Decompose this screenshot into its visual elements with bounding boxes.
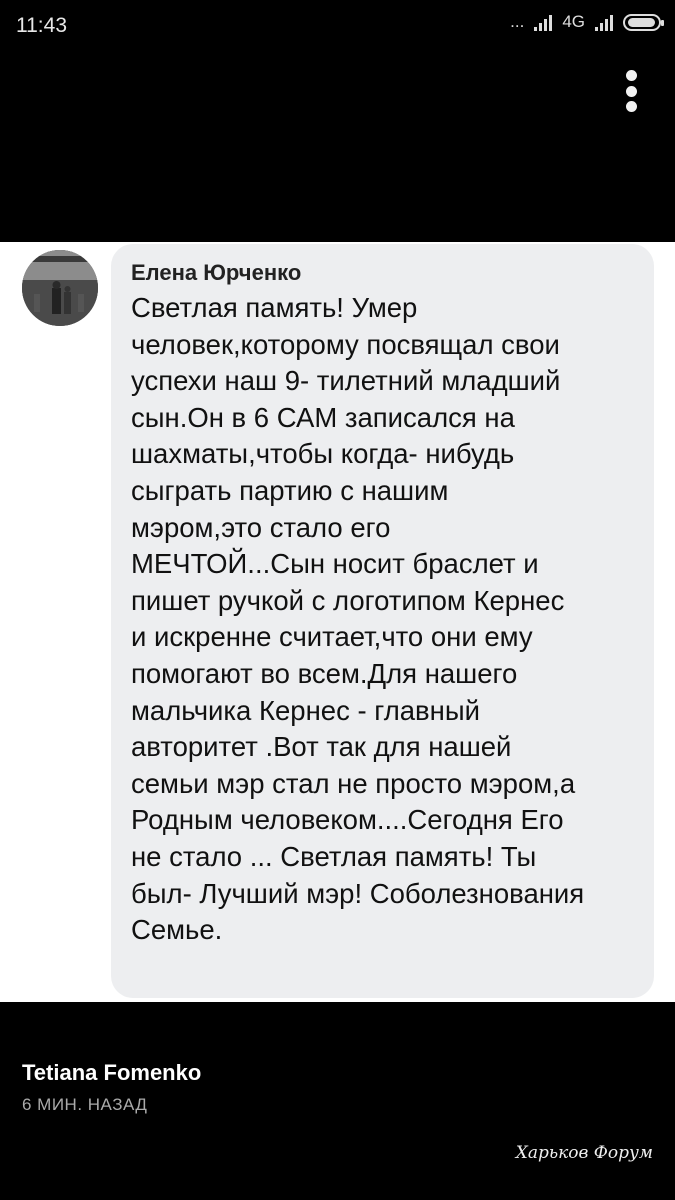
comment-card: Елена Юрченко Светлая память! Умер челов…	[0, 242, 675, 1002]
comment-text: Светлая память! Умер человек,которому по…	[131, 292, 585, 946]
notification-ellipsis: ...	[510, 12, 525, 31]
avatar[interactable]	[22, 250, 98, 326]
comment-bubble: Елена Юрченко Светлая память! Умер челов…	[111, 244, 654, 998]
more-vertical-icon[interactable]	[623, 70, 639, 112]
post-timestamp: 6 МИН. НАЗАД	[22, 1095, 148, 1114]
status-bar: 11:43 ... 4G	[0, 0, 675, 50]
status-time: 11:43	[16, 14, 67, 37]
watermark: Харьков Форум	[515, 1143, 653, 1163]
network-type: 4G	[562, 12, 585, 31]
comment-author[interactable]: Елена Юрченко	[131, 260, 638, 286]
battery-icon	[623, 13, 664, 31]
signal-icon-2	[595, 13, 613, 31]
avatar-photo	[22, 250, 98, 326]
signal-icon	[534, 13, 553, 31]
status-icons: ... 4G	[510, 12, 664, 32]
poster-name[interactable]: Tetiana Fomenko	[22, 1060, 201, 1086]
